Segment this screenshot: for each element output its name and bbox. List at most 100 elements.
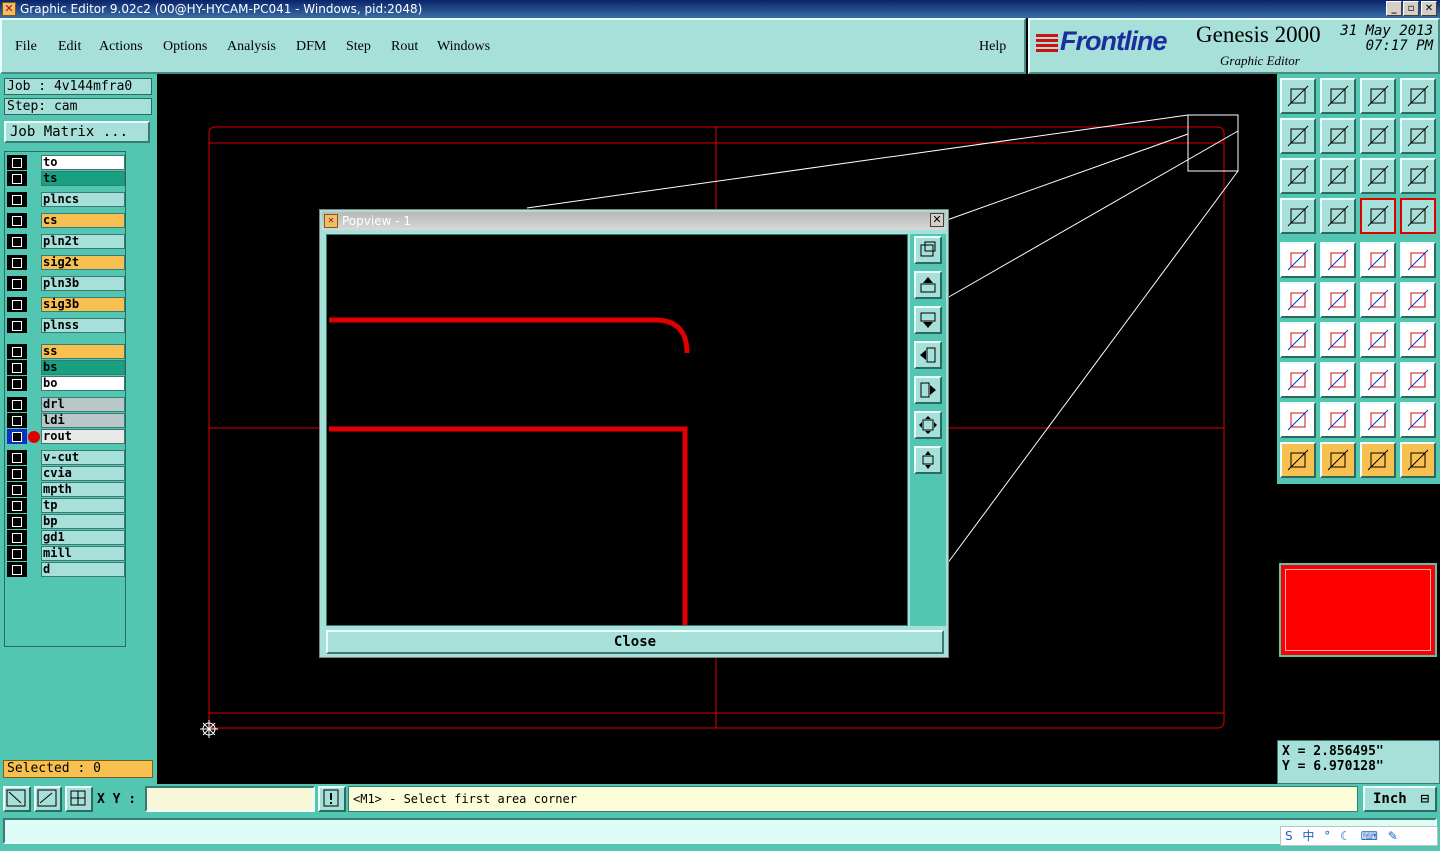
xy-input[interactable] [145, 786, 315, 812]
layer-name[interactable]: v-cut [41, 450, 125, 465]
menu-edit[interactable]: Edit [58, 39, 81, 55]
connect-icon[interactable] [1280, 282, 1316, 318]
open-job-icon[interactable] [1280, 78, 1316, 114]
layer-row-sig2t[interactable]: sig2t [7, 255, 125, 270]
zoom-window-icon[interactable] [914, 236, 942, 264]
pan-up-icon[interactable] [914, 271, 942, 299]
layer-row-drl[interactable]: drl [7, 397, 125, 412]
redo-icon[interactable] [1320, 118, 1356, 154]
layer-row-rout[interactable]: rout [7, 429, 125, 444]
work-layer-color-box[interactable] [1279, 563, 1437, 657]
layer-checkbox[interactable] [7, 413, 27, 428]
layer-row-sig3b[interactable]: sig3b [7, 297, 125, 312]
zoom-home-icon[interactable] [914, 411, 942, 439]
angle-icon[interactable] [1280, 322, 1316, 358]
layer-name[interactable]: ss [41, 344, 125, 359]
layer-checkbox[interactable] [7, 360, 27, 375]
layer-row-v-cut[interactable]: v-cut [7, 450, 125, 465]
menu-rout[interactable]: Rout [391, 39, 418, 55]
popview-close-icon[interactable]: ✕ [930, 213, 944, 227]
pan-left-icon[interactable] [914, 341, 942, 369]
layer-row-cvia[interactable]: cvia [7, 466, 125, 481]
tri-small-icon[interactable] [1280, 402, 1316, 438]
layer-name[interactable]: mpth [41, 482, 125, 497]
minimize-button[interactable]: _ [1386, 1, 1402, 16]
layer-row-ts[interactable]: ts [7, 171, 125, 186]
slope-icon[interactable] [1320, 322, 1356, 358]
layer-row-d[interactable]: d [7, 562, 125, 577]
popview-titlebar[interactable]: Popview - 1 [322, 212, 946, 230]
layer-checkbox[interactable] [7, 344, 27, 359]
tri-mid-icon[interactable] [1320, 402, 1356, 438]
menu-options[interactable]: Options [163, 39, 207, 55]
measure-mode-icon[interactable] [34, 786, 62, 812]
close-window-button[interactable]: ✕ [1421, 1, 1437, 16]
layer-name[interactable]: drl [41, 397, 125, 412]
layer-checkbox[interactable] [7, 514, 27, 529]
grid-icon[interactable] [1320, 198, 1356, 234]
group-icon[interactable] [1400, 362, 1436, 398]
layer-checkbox[interactable] [7, 155, 27, 170]
cut-icon[interactable] [1320, 282, 1356, 318]
layer-row-bp[interactable]: bp [7, 514, 125, 529]
layer-row-mill[interactable]: mill [7, 546, 125, 561]
layer-row-pln2t[interactable]: pln2t [7, 234, 125, 249]
layer-name[interactable]: bo [41, 376, 125, 391]
layer-name[interactable]: d [41, 562, 125, 577]
menu-windows[interactable]: Windows [437, 39, 490, 55]
layer-name[interactable]: sig2t [41, 255, 125, 270]
save-icon[interactable] [1320, 78, 1356, 114]
zoom-extents-icon[interactable] [1280, 158, 1316, 194]
layer-row-to[interactable]: to [7, 155, 125, 170]
layer-checkbox[interactable] [7, 397, 27, 412]
layer-checkbox[interactable] [7, 171, 27, 186]
help-icon[interactable] [1400, 158, 1436, 194]
layer-name[interactable]: rout [41, 429, 125, 444]
layer-checkbox[interactable] [7, 192, 27, 207]
select-path-icon[interactable] [1400, 442, 1436, 478]
zoom-back-icon[interactable] [1360, 118, 1396, 154]
layer-checkbox[interactable] [7, 276, 27, 291]
layer-name[interactable]: plncs [41, 192, 125, 207]
menu-help[interactable]: Help [979, 39, 1006, 55]
layer-name[interactable]: gd1 [41, 530, 125, 545]
layer-row-ldi[interactable]: ldi [7, 413, 125, 428]
layer-checkbox[interactable] [7, 318, 27, 333]
move-point-icon[interactable] [1360, 282, 1396, 318]
job-matrix-button[interactable]: Job Matrix ... [4, 121, 150, 143]
layer-name[interactable]: sig3b [41, 297, 125, 312]
layer-checkbox[interactable] [7, 498, 27, 513]
snap-red-icon[interactable] [1360, 198, 1396, 234]
layer-checkbox[interactable] [7, 234, 27, 249]
layer-checkbox[interactable] [7, 213, 27, 228]
units-select[interactable]: Inch ⊟ [1363, 786, 1437, 812]
layer-checkbox[interactable] [7, 429, 27, 444]
layer-checkbox[interactable] [7, 297, 27, 312]
layer-row-cs[interactable]: cs [7, 213, 125, 228]
menu-dfm[interactable]: DFM [296, 39, 326, 55]
snap-mode-icon[interactable] [3, 786, 31, 812]
layer-row-plnss[interactable]: plnss [7, 318, 125, 333]
layer-checkbox[interactable] [7, 450, 27, 465]
ruler-icon[interactable] [1360, 242, 1396, 278]
menu-file[interactable]: File [15, 39, 37, 55]
layer-row-ss[interactable]: ss [7, 344, 125, 359]
layer-row-tp[interactable]: tp [7, 498, 125, 513]
copy-layer-icon[interactable] [1400, 322, 1436, 358]
popview-canvas[interactable] [326, 234, 908, 626]
menu-analysis[interactable]: Analysis [227, 39, 276, 55]
break-line-icon[interactable] [1320, 362, 1356, 398]
select-box-icon[interactable] [1320, 442, 1356, 478]
grid-mode-icon[interactable] [65, 786, 93, 812]
pan-right-icon[interactable] [914, 376, 942, 404]
layer-name[interactable]: tp [41, 498, 125, 513]
home-icon[interactable] [1360, 78, 1396, 114]
layer-name[interactable]: plnss [41, 318, 125, 333]
move-feature-icon[interactable] [1400, 282, 1436, 318]
add-feature-icon[interactable] [1280, 242, 1316, 278]
popview-close-button[interactable]: Close [326, 630, 944, 654]
layer-checkbox[interactable] [7, 530, 27, 545]
zoom-fit-icon[interactable] [914, 446, 942, 474]
layer-row-bo[interactable]: bo [7, 376, 125, 391]
layer-name[interactable]: mill [41, 546, 125, 561]
